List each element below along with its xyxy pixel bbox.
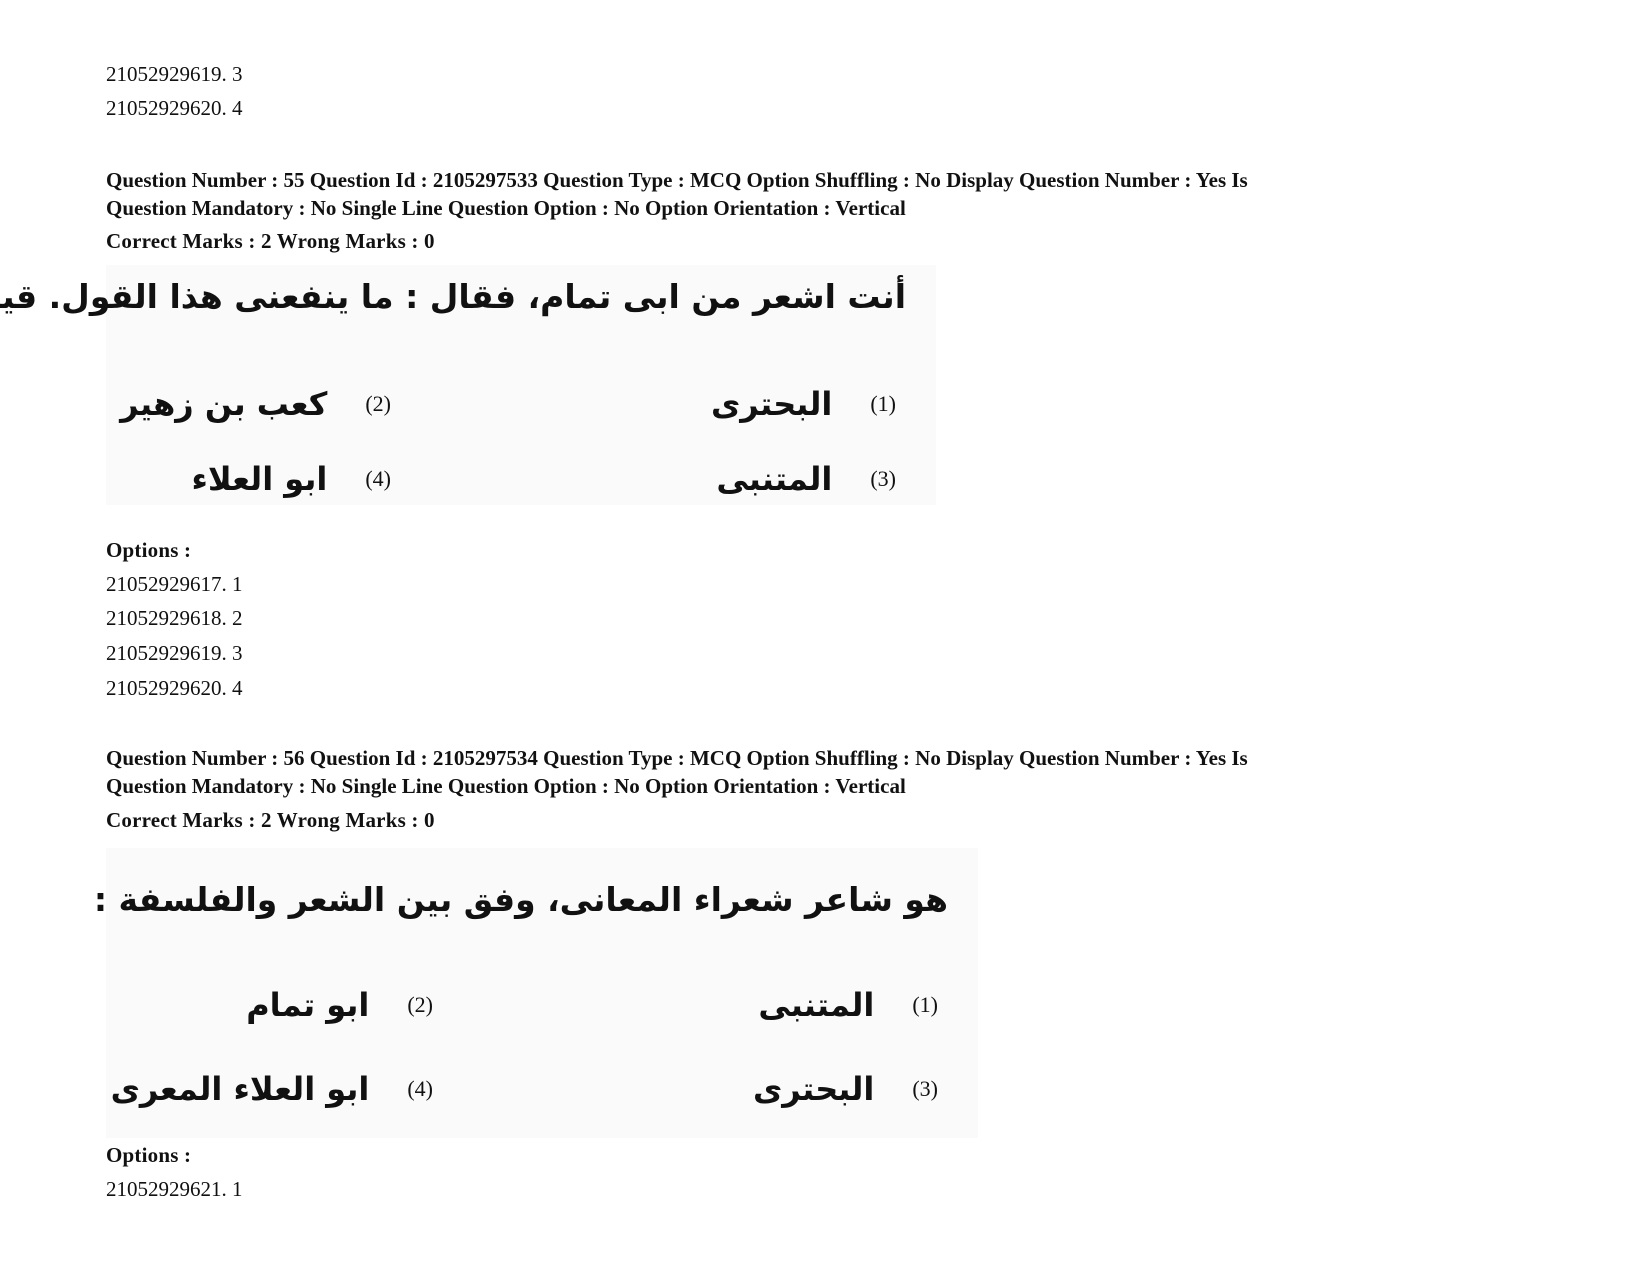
question-meta-line: Question Number : 56 Question Id : 21052… (106, 746, 1248, 770)
option-id: 21052929621 (106, 1177, 222, 1201)
choice-number: (4) (365, 466, 391, 491)
choice-number: (2) (365, 391, 391, 416)
option-line: 21052929620. 4 (106, 96, 243, 120)
question-meta-line: Question Mandatory : No Single Line Ques… (106, 196, 906, 220)
choice: (2) كعب بن زهير (120, 385, 391, 423)
option-id: 21052929620 (106, 676, 222, 700)
option-line: 21052929621. 1 (106, 1177, 243, 1201)
choice-text: البحترى (710, 385, 833, 423)
choice: (4) ابو العلاء (191, 460, 391, 498)
option-id: 21052929618 (106, 606, 222, 630)
choice-number: (3) (912, 1076, 938, 1101)
choice-number: (2) (407, 992, 433, 1017)
option-value: 3 (232, 62, 243, 86)
question-meta-line: Question Number : 55 Question Id : 21052… (106, 168, 1248, 192)
choice-number: (1) (912, 992, 938, 1017)
option-value: 2 (232, 606, 243, 630)
choice: (3) البحترى (753, 1070, 938, 1108)
option-line: 21052929620. 4 (106, 676, 243, 700)
option-id: 21052929620 (106, 96, 222, 120)
question-meta-line: Question Mandatory : No Single Line Ques… (106, 774, 906, 798)
options-label: Options : (106, 538, 192, 562)
choice-number: (4) (407, 1076, 433, 1101)
choice: (1) المتنبى (758, 986, 938, 1024)
choice-text: ابو تمام (246, 986, 370, 1024)
question-marks: Correct Marks : 2 Wrong Marks : 0 (106, 229, 435, 253)
option-id: 21052929619 (106, 641, 222, 665)
choice-text: ابو العلاء المعرى (110, 1070, 370, 1108)
choice-number: (1) (870, 391, 896, 416)
choice-text: ابو العلاء (191, 460, 328, 498)
choice: (4) ابو العلاء المعرى (111, 1070, 433, 1108)
question-meta: Question Number : 56 Question Id : 21052… (106, 744, 1526, 800)
choice-text: البحترى (752, 1070, 875, 1108)
option-value: 4 (232, 96, 243, 120)
option-line: 21052929619. 3 (106, 62, 243, 86)
choice-text: المتنبى (716, 460, 833, 498)
choice: (2) ابو تمام (246, 986, 433, 1024)
option-line: 21052929618. 2 (106, 606, 243, 630)
option-value: 1 (232, 1177, 243, 1201)
option-value: 3 (232, 641, 243, 665)
choice-text: المتنبى (758, 986, 875, 1024)
options-label: Options : (106, 1143, 192, 1167)
question-image: أنت اشعر من ابى تمام، فقال : ما ينفعنى ه… (0, 265, 936, 505)
question-stem: هو شاعر شعراء المعانى، وفق بين الشعر وال… (93, 880, 948, 919)
choice-text: كعب بن زهير (120, 385, 328, 423)
option-id: 21052929619 (106, 62, 222, 86)
option-id: 21052929617 (106, 572, 222, 596)
option-value: 1 (232, 572, 243, 596)
question-meta: Question Number : 55 Question Id : 21052… (106, 166, 1526, 222)
choice: (3) المتنبى (716, 460, 896, 498)
question-image: هو شاعر شعراء المعانى، وفق بين الشعر وال… (94, 848, 978, 1138)
option-value: 4 (232, 676, 243, 700)
question-marks: Correct Marks : 2 Wrong Marks : 0 (106, 808, 435, 832)
choice-number: (3) (870, 466, 896, 491)
option-line: 21052929619. 3 (106, 641, 243, 665)
question-stem: أنت اشعر من ابى تمام، فقال : ما ينفعنى ه… (0, 277, 906, 316)
option-line: 21052929617. 1 (106, 572, 243, 596)
choice: (1) البحترى (711, 385, 896, 423)
